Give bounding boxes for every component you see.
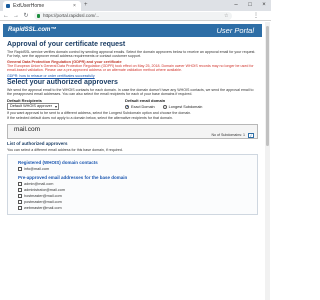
recipients-note-2: If the selected default does not apply t… xyxy=(7,116,173,121)
approver-checkbox[interactable] xyxy=(18,188,22,193)
page-scrollbar[interactable] xyxy=(265,22,270,300)
tab-close-icon[interactable]: × xyxy=(73,2,76,10)
approver-checkbox[interactable] xyxy=(18,200,22,205)
address-bar[interactable]: https://portal.rapidssl.com/... ☆ xyxy=(34,12,232,20)
main-content: Approval of your certificate request The… xyxy=(3,39,262,300)
browser-tab[interactable]: ExtUserHome × xyxy=(3,1,81,11)
favicon-icon xyxy=(6,4,10,8)
reload-icon[interactable]: ↻ xyxy=(22,12,30,20)
portal-title: User Portal xyxy=(216,26,254,35)
scrollbar-thumb[interactable] xyxy=(266,26,269,146)
tab-title: ExtUserHome xyxy=(13,3,45,9)
approver-checkbox[interactable] xyxy=(18,182,22,187)
rapidssl-logo[interactable]: RapidSSL.com™ xyxy=(8,25,56,36)
longest-subdomain-label: Longest Subdomain xyxy=(168,104,203,109)
longest-subdomain-radio[interactable] xyxy=(162,104,167,109)
back-icon[interactable]: ← xyxy=(2,12,10,20)
approvers-panel: Registered (WHOIS) domain contacts info@… xyxy=(7,154,258,216)
approver-email: webmaster@mail.com xyxy=(24,206,62,211)
approval-intro: The RapidSSL service verifies domain con… xyxy=(7,50,256,59)
site-header: RapidSSL.com™ User Portal xyxy=(3,24,262,37)
exact-domain-label: Exact Domain xyxy=(131,104,155,109)
chevron-down-icon: ▾ xyxy=(54,104,57,110)
approver-row[interactable]: info@mail.com xyxy=(18,166,247,172)
email-domain-radios: Exact Domain Longest Subdomain xyxy=(125,103,243,110)
approver-email: info@mail.com xyxy=(24,167,50,172)
default-settings-row: Default Recipients Default WHOIS approve… xyxy=(7,98,258,111)
default-recipients-group: Default Recipients Default WHOIS approve… xyxy=(7,98,125,111)
exact-domain-radio[interactable] xyxy=(125,104,129,109)
maximize-icon[interactable]: □ xyxy=(243,0,257,11)
approver-email: postmaster@mail.com xyxy=(24,200,62,205)
approver-email: administrator@mail.com xyxy=(24,188,65,193)
approvers-section-note: You can select a different email address… xyxy=(7,147,123,152)
forward-icon[interactable]: → xyxy=(12,12,20,20)
default-recipients-select[interactable]: Default WHOIS approver ▾ xyxy=(7,103,59,111)
browser-tab-strip: ExtUserHome × + – □ × xyxy=(0,0,271,11)
minimize-icon[interactable]: – xyxy=(229,0,243,11)
approver-email: hostmaster@mail.com xyxy=(24,194,62,199)
subdomain-count: No of Subdomains: 1 xyxy=(211,132,245,137)
recipients-intro: We send the approval email to the WHOIS … xyxy=(7,87,254,96)
browser-menu-icon[interactable]: ⋮ xyxy=(252,12,260,20)
approver-checkbox[interactable] xyxy=(18,194,22,199)
expand-icon[interactable]: ✓ xyxy=(248,132,254,138)
approver-checkbox[interactable] xyxy=(18,206,22,211)
approvers-section-title: List of authorized approvers xyxy=(7,140,68,146)
domain-panel-header[interactable]: mail.com No of Subdomains: 1 ✓ xyxy=(7,123,258,139)
browser-toolbar: ← → ↻ https://portal.rapidssl.com/... ☆ … xyxy=(0,11,271,21)
url-text: https://portal.rapidssl.com/... xyxy=(43,13,100,18)
gdpr-text: The European Union's General Data Protec… xyxy=(7,64,254,73)
close-window-icon[interactable]: × xyxy=(257,0,271,11)
page-title: Approval of your certificate request xyxy=(7,41,126,48)
default-email-domain-group: Default email domain Exact Domain Longes… xyxy=(125,98,243,110)
recipients-title: Select your authorized approvers xyxy=(7,78,118,86)
bookmark-star-icon[interactable]: ☆ xyxy=(224,12,228,20)
approver-row[interactable]: webmaster@mail.com xyxy=(18,205,247,211)
domain-name: mail.com xyxy=(14,125,41,133)
new-tab-icon[interactable]: + xyxy=(84,1,88,10)
default-recipients-value: Default WHOIS approver xyxy=(10,104,52,109)
approver-checkbox[interactable] xyxy=(18,167,22,172)
recipients-note: If you want approval to be sent to a dif… xyxy=(7,111,192,116)
lock-icon xyxy=(37,14,40,18)
approver-email: admin@mail.com xyxy=(24,182,54,187)
